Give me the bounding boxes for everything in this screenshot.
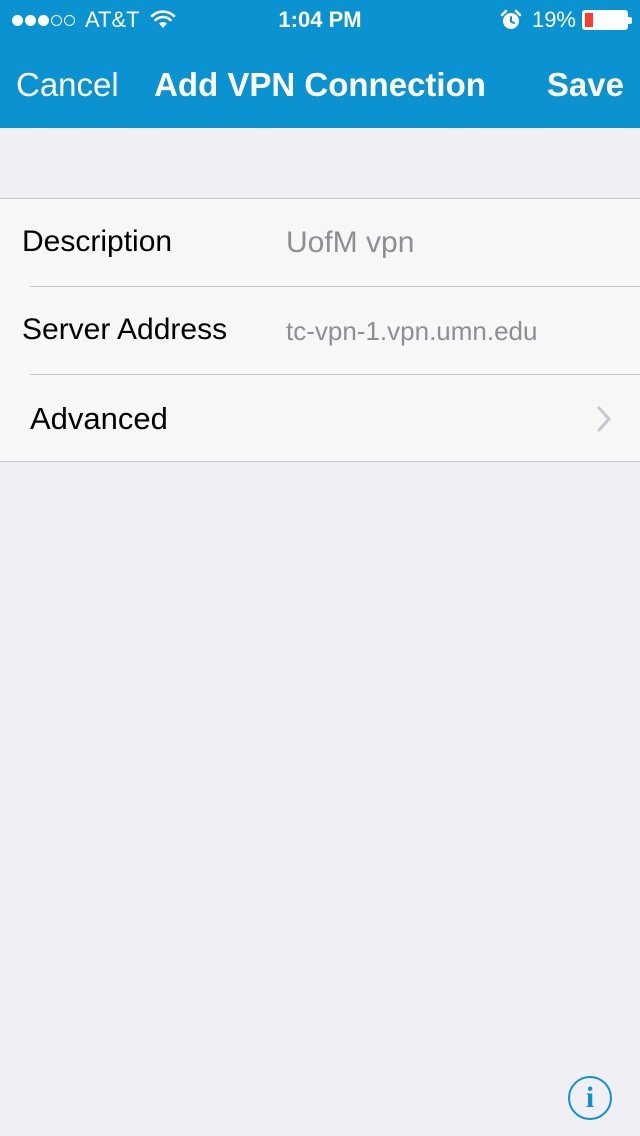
info-icon[interactable]: i xyxy=(568,1076,612,1120)
description-label: Description xyxy=(22,225,173,258)
save-button[interactable]: Save xyxy=(547,66,624,104)
vpn-form-group: Description Server Address Advanced xyxy=(0,198,640,462)
description-input[interactable] xyxy=(286,217,616,269)
chevron-right-icon xyxy=(597,406,611,432)
header: AT&T 1:04 PM 19% Cancel Add VPN Connecti… xyxy=(0,0,640,128)
cancel-button[interactable]: Cancel xyxy=(16,66,119,104)
status-bar-right: 19% xyxy=(500,7,632,33)
server-address-input[interactable] xyxy=(286,305,616,357)
server-address-row: Server Address xyxy=(0,287,640,375)
battery-nub xyxy=(628,17,632,24)
status-bar: AT&T 1:04 PM 19% xyxy=(0,0,640,40)
alarm-clock-icon xyxy=(500,9,522,29)
description-row: Description xyxy=(0,199,640,287)
navigation-bar: Cancel Add VPN Connection Save xyxy=(0,40,640,128)
battery-level-fill xyxy=(585,13,593,27)
battery-percentage: 19% xyxy=(531,7,576,32)
advanced-label: Advanced xyxy=(30,401,168,436)
server-address-label: Server Address xyxy=(22,313,228,346)
advanced-row[interactable]: Advanced xyxy=(0,375,640,463)
battery-icon xyxy=(582,10,632,30)
screen: AT&T 1:04 PM 19% Cancel Add VPN Connecti… xyxy=(0,0,640,1136)
